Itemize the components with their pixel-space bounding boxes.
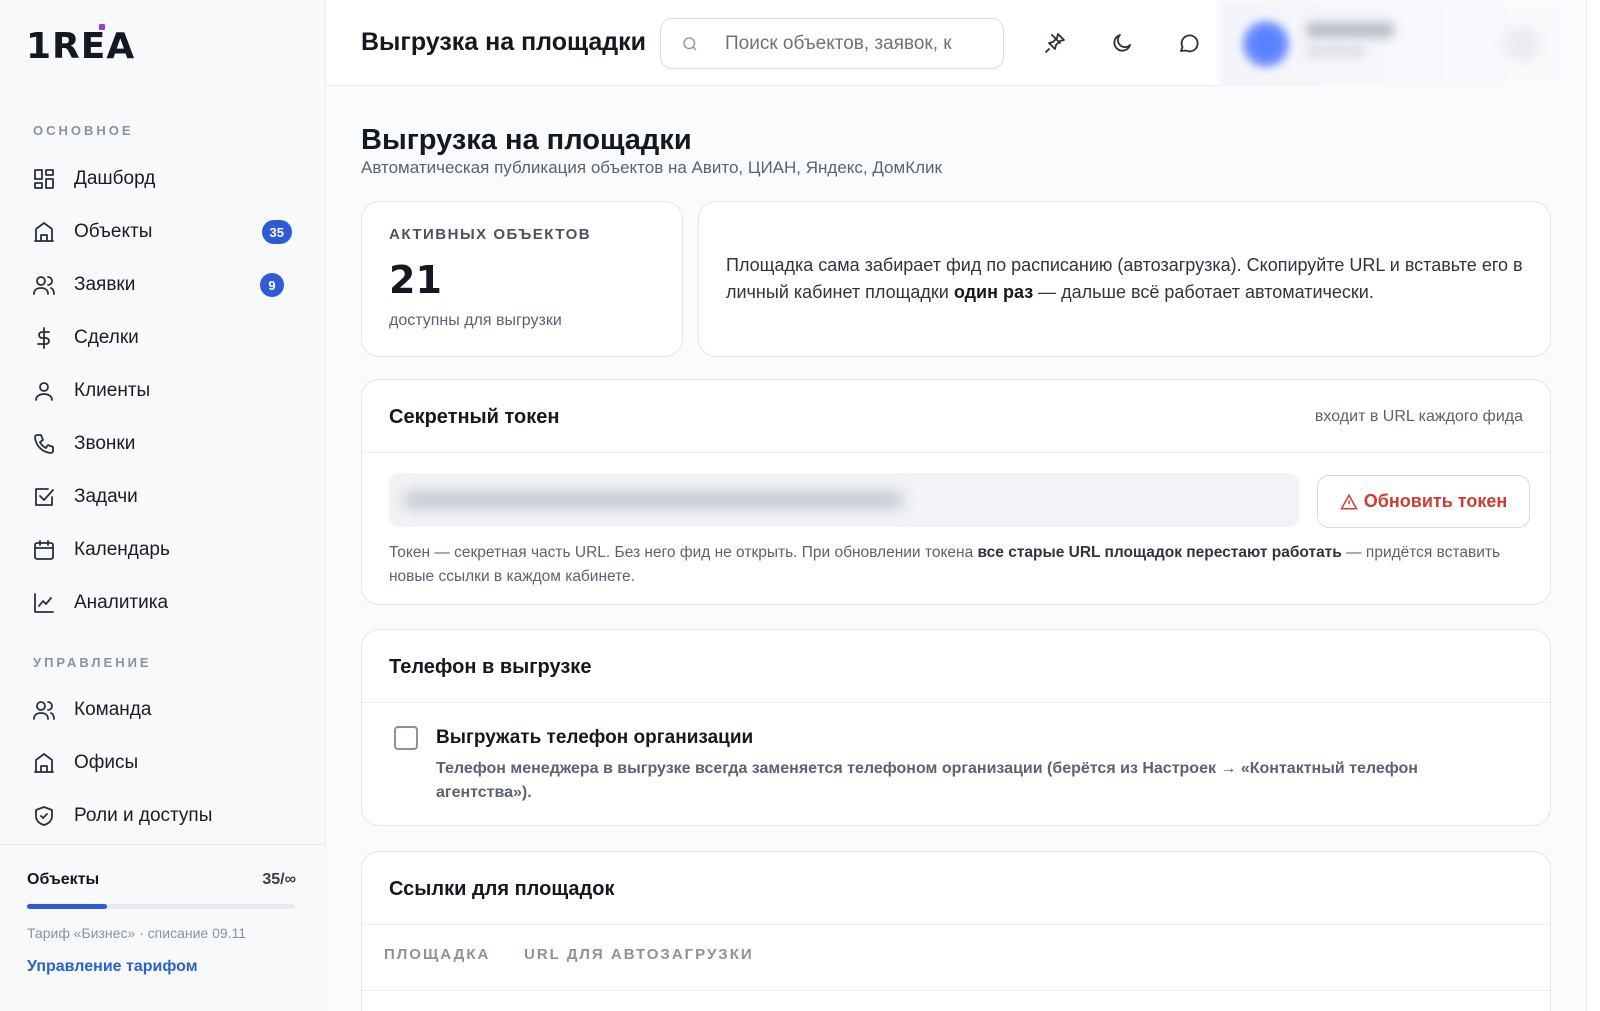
- info-text-bold: один раз: [953, 282, 1034, 302]
- sidebar-item-label: Клиенты: [74, 380, 151, 401]
- refresh-token-label: Обновить токен: [1363, 491, 1508, 511]
- avatar[interactable]: [1242, 20, 1290, 68]
- pin-off-icon[interactable]: [1038, 26, 1072, 60]
- info-text-part: — дальше всё работает автоматически.: [1033, 282, 1374, 302]
- dollar-icon: [32, 326, 56, 350]
- sidebar-item-analytics[interactable]: Аналитика: [20, 582, 306, 624]
- sidebar-item-calls[interactable]: Звонки: [20, 423, 306, 465]
- export-org-phone-description: Телефон менеджера в выгрузке всегда заме…: [436, 760, 1418, 801]
- sidebar-item-objects[interactable]: Объекты 35: [20, 211, 306, 253]
- moon-icon[interactable]: [1105, 26, 1139, 60]
- dashboard-icon: [32, 167, 56, 191]
- sidebar-item-label: Календарь: [74, 539, 170, 560]
- warning-icon: [1339, 493, 1358, 509]
- phone-export-card: Телефон в выгрузке Выгружать телефон орг…: [361, 629, 1551, 826]
- refresh-token-button[interactable]: Обновить токен: [1317, 475, 1530, 528]
- sidebar-item-label: Команда: [74, 699, 152, 720]
- card-hint: входит в URL каждого фида: [1314, 408, 1523, 425]
- user-name-blurred: [1306, 22, 1394, 38]
- section-label-main: ОСНОВНОЕ: [33, 123, 134, 138]
- user-role-blurred: [1306, 46, 1366, 56]
- card-header: Секретный токен входит в URL каждого фид…: [362, 380, 1550, 453]
- users-icon: [32, 273, 56, 297]
- card-title: Секретный токен: [389, 406, 560, 428]
- sidebar-item-label: Сделки: [74, 327, 139, 348]
- export-org-phone-checkbox[interactable]: [394, 726, 418, 750]
- sidebar-item-label: Заявки: [74, 274, 136, 295]
- card-header: Ссылки для площадок: [362, 852, 1550, 925]
- stat-note: доступны для выгрузки: [389, 312, 562, 329]
- sidebar-item-label: Дашборд: [74, 168, 156, 189]
- phone-icon: [32, 432, 56, 456]
- plan-usage-panel: Объекты 35/∞ Тариф «Бизнес» · списание 0…: [0, 844, 326, 1011]
- plan-usage-bar-fill: [27, 904, 108, 909]
- column-header-url: URL ДЛЯ АВТОЗАГРУЗКИ: [524, 946, 754, 963]
- plan-usage-count: 35/∞: [262, 871, 296, 888]
- sidebar-item-team[interactable]: Команда: [20, 689, 306, 731]
- stat-value: 21: [389, 258, 442, 302]
- user-icon: [32, 379, 56, 403]
- sidebar-item-clients[interactable]: Клиенты: [20, 370, 306, 412]
- sidebar-item-label: Объекты: [74, 221, 153, 242]
- secret-token-card: Секретный токен входит в URL каждого фид…: [361, 379, 1551, 605]
- sidebar-item-label: Роли и доступы: [74, 805, 213, 826]
- table-divider: [362, 990, 1550, 991]
- building-icon: [32, 220, 56, 244]
- search-icon: [683, 36, 697, 50]
- active-objects-card: АКТИВНЫХ ОБЪЕКТОВ 21 доступны для выгруз…: [361, 201, 683, 357]
- token-value-blurred: [403, 491, 903, 509]
- main-content: Выгрузка на площадки Автоматическая публ…: [326, 86, 1586, 1011]
- users-icon: [32, 698, 56, 722]
- export-org-phone-label[interactable]: Выгружать телефон организации: [436, 727, 753, 749]
- header-title: Выгрузка на площадки: [361, 28, 647, 56]
- token-warning-note: Токен — секретная часть URL. Без него фи…: [389, 541, 1509, 589]
- page-subtitle: Автоматическая публикация объектов на Ав…: [361, 158, 942, 177]
- sidebar-item-label: Звонки: [74, 433, 136, 454]
- page-title: Выгрузка на площадки: [361, 124, 692, 156]
- plan-usage-bar: [27, 904, 295, 909]
- sidebar-item-offices[interactable]: Офисы: [20, 742, 306, 784]
- sidebar: 1REA ОСНОВНОЕ Дашборд Объекты 35 Заявки …: [0, 0, 326, 1011]
- card-header: Телефон в выгрузке: [362, 630, 1550, 703]
- card-title: Ссылки для площадок: [389, 878, 615, 900]
- manage-plan-link[interactable]: Управление тарифом: [27, 958, 198, 976]
- column-header-platform: ПЛОЩАДКА: [384, 946, 491, 963]
- sidebar-item-label: Офисы: [74, 752, 139, 773]
- shield-icon: [32, 804, 56, 828]
- search-input[interactable]: [725, 32, 975, 55]
- logo-text: 1REA: [26, 26, 136, 67]
- plan-note: Тариф «Бизнес» · списание 09.11: [27, 925, 247, 941]
- logo-accent-dot: [99, 24, 105, 30]
- token-field[interactable]: [389, 473, 1299, 527]
- sidebar-item-label: Аналитика: [74, 592, 169, 613]
- objects-count-badge: 35: [261, 220, 292, 244]
- plan-usage-title: Объекты: [27, 871, 100, 888]
- sidebar-item-roles[interactable]: Роли и доступы: [20, 795, 306, 837]
- scrollbar[interactable]: [1586, 0, 1600, 1011]
- building-icon: [32, 751, 56, 775]
- chat-icon[interactable]: [1172, 26, 1206, 60]
- platform-links-card: Ссылки для площадок ПЛОЩАДКА URL ДЛЯ АВТ…: [361, 851, 1551, 1011]
- sidebar-item-requests[interactable]: Заявки 9: [20, 264, 306, 306]
- autoload-info-card: Площадка сама забирает фид по расписанию…: [698, 201, 1551, 357]
- requests-count-badge: 9: [260, 273, 284, 297]
- sidebar-item-dashboard[interactable]: Дашборд: [20, 158, 306, 200]
- autoload-info-text: Площадка сама забирает фид по расписанию…: [726, 252, 1526, 306]
- card-title: Телефон в выгрузке: [389, 656, 592, 678]
- user-menu-icon[interactable]: [1504, 26, 1540, 62]
- sidebar-item-label: Задачи: [74, 486, 138, 507]
- checkbox-icon: [32, 485, 56, 509]
- app-logo[interactable]: 1REA: [26, 26, 136, 67]
- global-search[interactable]: [660, 18, 1004, 69]
- section-label-manage: УПРАВЛЕНИЕ: [33, 655, 152, 670]
- calendar-icon: [32, 538, 56, 562]
- sidebar-item-calendar[interactable]: Календарь: [20, 529, 306, 571]
- top-header: Выгрузка на площадки: [326, 0, 1586, 90]
- sidebar-item-tasks[interactable]: Задачи: [20, 476, 306, 518]
- token-note-bold: все старые URL площадок перестают работа…: [977, 544, 1342, 561]
- stat-label: АКТИВНЫХ ОБЪЕКТОВ: [389, 226, 592, 243]
- chart-icon: [32, 591, 56, 615]
- sidebar-item-deals[interactable]: Сделки: [20, 317, 306, 359]
- token-note-part: Токен — секретная часть URL. Без него фи…: [389, 544, 978, 561]
